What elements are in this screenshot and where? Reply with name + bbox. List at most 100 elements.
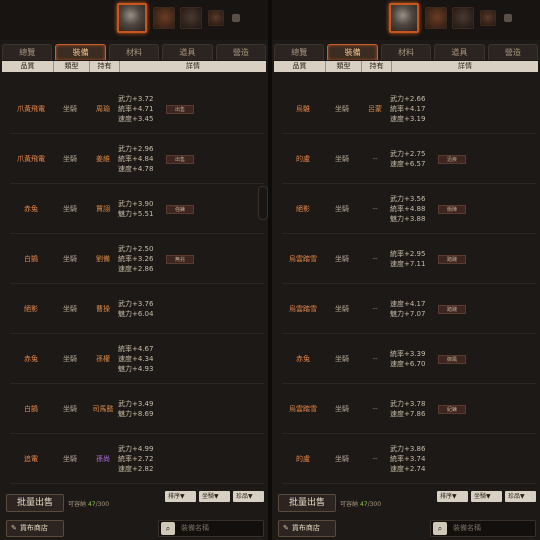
tab-items[interactable]: 道具 (162, 44, 213, 60)
equipment-row[interactable]: 的盧 坐騎 -- 武力+2.75 速度+6.57 迅疾 (282, 134, 536, 184)
equipment-row[interactable]: 爪黃飛電 坐騎 周瑜 武力+3.72 統率+4.71 速度+3.45 出售 (10, 84, 264, 134)
stat-line: 魅力+8.69 (118, 409, 154, 418)
header-type[interactable]: 類型 (54, 61, 90, 72)
tab-items[interactable]: 道具 (434, 44, 485, 60)
equipment-stats: 武力+3.56 統率+4.88 魅力+3.88 (390, 194, 434, 224)
equipment-tag[interactable]: 迅疾 (438, 155, 466, 164)
equipment-tag[interactable]: 出售 (166, 105, 194, 114)
equipment-holder: 呂蒙 (368, 104, 382, 113)
equipment-row[interactable]: 爪黃飛電 坐騎 姜維 武力+2.96 統率+4.84 速度+4.78 出售 (10, 134, 264, 184)
shop-button[interactable]: ✎ 貨布商店 (278, 520, 336, 537)
capacity-total: /300 (367, 501, 382, 508)
equipment-row[interactable]: 絕影 坐騎 -- 武力+3.56 統率+4.88 魅力+3.88 衝陣 (282, 184, 536, 234)
tab-construction[interactable]: 營造 (487, 44, 539, 60)
equipment-tag[interactable]: 衝陣 (438, 205, 466, 214)
stat-line: 速度+7.86 (390, 409, 426, 418)
search-input[interactable]: ⌕ 裝備名稱 (158, 520, 264, 537)
equipment-row[interactable]: 的盧 坐騎 -- 武力+3.86 統率+3.74 速度+2.74 (282, 434, 536, 484)
tab-overview[interactable]: 總覽 (2, 44, 53, 60)
tab-bar: 總覽 裝備 材料 道具 營造 (2, 44, 267, 61)
equipment-stats: 速度+4.17 魅力+7.07 (390, 299, 434, 319)
stat-line: 統率+2.95 (390, 249, 426, 258)
equipment-row[interactable]: 絕影 坐騎 曹操 武力+3.76 魅力+6.04 (10, 284, 264, 334)
header-holder[interactable]: 持有 (362, 61, 392, 72)
equipment-tag[interactable]: 強鍊 (166, 205, 194, 214)
capacity-label: 可容納 (340, 501, 359, 508)
general-avatar[interactable] (180, 7, 202, 29)
equipment-row[interactable]: 追電 坐騎 孫尚 武力+4.99 統率+2.72 速度+2.82 (10, 434, 264, 484)
equipment-row[interactable]: 烏騅 坐騎 呂蒙 武力+2.66 統率+4.17 速度+3.19 (282, 84, 536, 134)
sort-dropdown[interactable]: 排序▼ (165, 491, 196, 502)
general-avatar[interactable] (153, 7, 175, 29)
general-avatar[interactable] (425, 7, 447, 29)
stat-line: 武力+3.76 (118, 299, 154, 308)
filter-group: 排序▼ 坐騎▼ 珍品▼ (165, 491, 264, 502)
general-avatar[interactable] (452, 7, 474, 29)
stat-line: 武力+3.56 (390, 194, 426, 203)
equipment-name: 烏雲踏雪 (289, 304, 317, 313)
tab-equipment[interactable]: 裝備 (327, 44, 378, 60)
stat-line: 速度+3.45 (118, 114, 154, 123)
header-quality[interactable]: 品質 (274, 61, 326, 72)
tab-materials[interactable]: 材料 (108, 44, 160, 60)
header-type[interactable]: 類型 (326, 61, 362, 72)
stat-line: 統率+4.17 (390, 104, 426, 113)
panel-scroll-handle[interactable] (258, 186, 268, 220)
stat-line: 速度+2.86 (118, 264, 154, 273)
bulk-sell-button[interactable]: 批量出售 (6, 494, 64, 512)
general-avatar[interactable] (208, 10, 224, 26)
more-avatars-icon[interactable] (504, 14, 512, 22)
bulk-sell-button[interactable]: 批量出售 (278, 494, 336, 512)
equipment-type: 坐騎 (63, 304, 77, 313)
equipment-row[interactable]: 赤兔 坐騎 -- 統率+3.39 速度+6.70 御風 (282, 334, 536, 384)
equipment-row[interactable]: 烏雲踏雪 坐騎 -- 速度+4.17 魅力+7.07 踏踐 (282, 284, 536, 334)
stat-line: 速度+6.57 (390, 159, 426, 168)
type-dropdown[interactable]: 坐騎▼ (199, 491, 230, 502)
tab-equipment[interactable]: 裝備 (55, 44, 106, 60)
stat-line: 速度+7.11 (390, 259, 426, 268)
header-holder[interactable]: 持有 (90, 61, 120, 72)
equipment-type: 坐騎 (335, 454, 349, 463)
equipment-row[interactable]: 烏雲踏雪 坐騎 -- 統率+2.95 速度+7.11 踏踐 (282, 234, 536, 284)
equipment-row[interactable]: 赤兔 坐騎 賈詡 武力+3.90 魅力+5.51 強鍊 (10, 184, 264, 234)
tab-construction[interactable]: 營造 (215, 44, 267, 60)
rarity-dropdown[interactable]: 珍品▼ (233, 491, 264, 502)
general-avatar-selected[interactable] (117, 3, 147, 33)
type-dropdown[interactable]: 坐騎▼ (471, 491, 502, 502)
stat-line: 統率+2.72 (118, 454, 154, 463)
shop-button[interactable]: ✎ 貨布商店 (6, 520, 64, 537)
bottom-bar-2: ✎ 貨布商店 ⌕ 裝備名稱 (6, 520, 264, 537)
search-icon[interactable]: ⌕ (161, 522, 175, 535)
more-avatars-icon[interactable] (232, 14, 240, 22)
capacity-used: 47 (359, 501, 368, 508)
equipment-tag[interactable]: 踏踐 (438, 305, 466, 314)
equipment-stats: 武力+3.72 統率+4.71 速度+3.45 (118, 94, 162, 124)
rarity-dropdown[interactable]: 珍品▼ (505, 491, 536, 502)
equipment-type: 坐騎 (63, 254, 77, 263)
equipment-tag[interactable]: 無兆 (166, 255, 194, 264)
sort-dropdown[interactable]: 排序▼ (437, 491, 468, 502)
tab-materials[interactable]: 材料 (380, 44, 432, 60)
search-input[interactable]: ⌕ 裝備名稱 (430, 520, 536, 537)
stat-line: 魅力+4.93 (118, 364, 154, 373)
equipment-row[interactable]: 白鵠 坐騎 司馬懿 武力+3.49 魅力+8.69 (10, 384, 264, 434)
equipment-tag[interactable]: 御風 (438, 355, 466, 364)
equipment-stats: 統率+4.67 速度+4.34 魅力+4.93 (118, 344, 162, 374)
stat-line: 統率+3.39 (390, 349, 426, 358)
tab-overview[interactable]: 總覽 (274, 44, 325, 60)
equipment-tag[interactable]: 出售 (166, 155, 194, 164)
equipment-tag[interactable]: 紀鍊 (438, 405, 466, 414)
equipment-row[interactable]: 赤兔 坐騎 孫權 統率+4.67 速度+4.34 魅力+4.93 (10, 334, 264, 384)
capacity-used: 47 (87, 501, 96, 508)
header-quality[interactable]: 品質 (2, 61, 54, 72)
search-icon[interactable]: ⌕ (433, 522, 447, 535)
equipment-row[interactable]: 烏雲踏雪 坐騎 -- 武力+3.78 速度+7.86 紀鍊 (282, 384, 536, 434)
equipment-name: 爪黃飛電 (17, 154, 45, 163)
general-avatar[interactable] (480, 10, 496, 26)
general-avatar-selected[interactable] (389, 3, 419, 33)
equipment-row[interactable]: 白鵠 坐騎 劉備 武力+2.50 統率+3.26 速度+2.86 無兆 (10, 234, 264, 284)
equipment-stats: 武力+2.50 統率+3.26 速度+2.86 (118, 244, 162, 274)
tab-bar: 總覽 裝備 材料 道具 營造 (274, 44, 539, 61)
stat-line: 武力+3.49 (118, 399, 154, 408)
equipment-tag[interactable]: 踏踐 (438, 255, 466, 264)
